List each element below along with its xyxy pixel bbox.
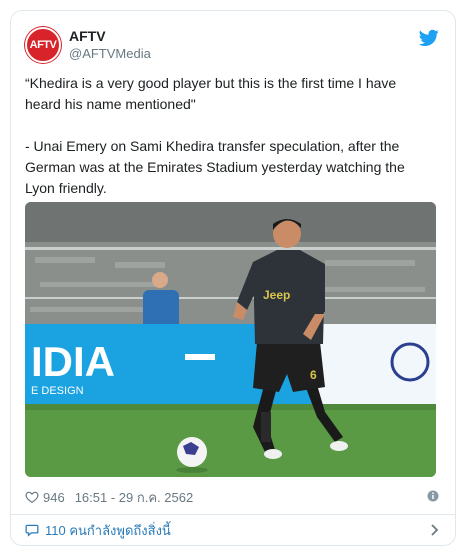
user-handle[interactable]: @AFTVMedia [69, 45, 151, 63]
display-name[interactable]: AFTV [69, 27, 151, 45]
tweet-meta: 946 16:51 - 29 ก.ค. 2562 [25, 487, 443, 507]
speech-bubble-icon [25, 524, 39, 537]
tweet-card: AFTV AFTV @AFTVMedia “Khedira is a very … [10, 10, 456, 546]
twitter-bird-icon[interactable] [419, 29, 439, 47]
author-names[interactable]: AFTV @AFTVMedia [69, 27, 151, 63]
avatar-logo-text: AFTV [29, 39, 57, 51]
tweet-text-line: Lyon friendly. [25, 180, 107, 196]
tweet-header: AFTV AFTV @AFTVMedia [25, 27, 443, 67]
like-count[interactable]: 946 [43, 490, 65, 505]
footer-divider [11, 514, 455, 515]
info-icon[interactable] [427, 490, 439, 502]
tweet-timestamp[interactable]: 16:51 - 29 ก.ค. 2562 [75, 487, 193, 508]
shirt-sponsor-text: Jeep [263, 288, 290, 302]
football-match-photo: IDIA E DESIGN 6 Jeep [25, 202, 436, 477]
tweet-photo[interactable]: IDIA E DESIGN 6 Jeep [25, 202, 436, 477]
tweet-text: “Khedira is a very good player but this … [25, 73, 435, 199]
ad-board-text: IDIA [31, 338, 115, 385]
conversation-link[interactable]: 110 คนกำลังพูดถึงสิ่งนี้ [25, 519, 443, 541]
shirt-number: 6 [310, 368, 317, 382]
chevron-right-icon [431, 524, 439, 536]
tweet-text-line: German was at the Emirates Stadium yeste… [25, 159, 405, 175]
avatar[interactable]: AFTV [25, 27, 61, 63]
tweet-text-line: - Unai Emery on Sami Khedira transfer sp… [25, 138, 400, 154]
tweet-text-line: heard his name mentioned" [25, 96, 196, 112]
tweet-text-line: “Khedira is a very good player but this … [25, 75, 397, 91]
heart-icon[interactable] [25, 490, 39, 504]
conversation-count-label: 110 คนกำลังพูดถึงสิ่งนี้ [45, 522, 171, 538]
ad-board-subtext: E DESIGN [31, 385, 84, 397]
